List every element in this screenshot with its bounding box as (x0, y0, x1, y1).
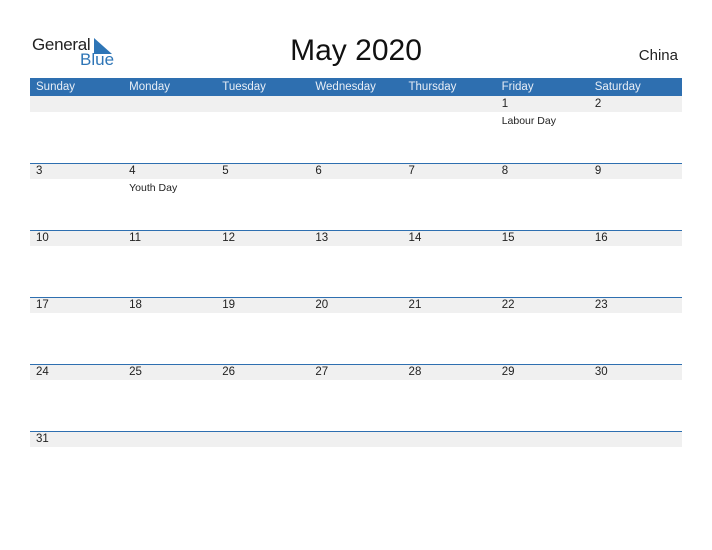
week-row: 1 Labour Day 2 (30, 96, 682, 163)
day-cell (30, 96, 123, 163)
day-number: 8 (501, 165, 509, 177)
week-row: 24 25 26 27 28 29 30 (30, 364, 682, 431)
weekday-sunday: Sunday (36, 81, 76, 93)
day-number: 9 (594, 165, 602, 177)
day-number: 17 (36, 299, 49, 311)
day-number: 10 (36, 232, 49, 244)
day-cell[interactable]: 4 Youth Day (123, 163, 216, 230)
day-number: 18 (129, 299, 142, 311)
day-number: 20 (315, 299, 329, 311)
day-number: 31 (36, 433, 49, 445)
weekday-thursday: Thursday (408, 81, 457, 93)
day-cell[interactable]: 31 (30, 431, 123, 498)
day-cell (123, 96, 216, 163)
day-cell (496, 431, 589, 498)
day-cell (216, 431, 309, 498)
week-row: 17 18 19 20 21 22 23 (30, 297, 682, 364)
day-cell (216, 96, 309, 163)
day-number: 26 (222, 366, 236, 378)
day-cell[interactable]: 21 (403, 297, 496, 364)
day-cell[interactable]: 27 (309, 364, 402, 431)
day-number: 12 (222, 232, 236, 244)
day-cell (123, 431, 216, 498)
day-number: 28 (408, 366, 422, 378)
day-number: 25 (129, 366, 142, 378)
day-cell[interactable]: 17 (30, 297, 123, 364)
day-cell[interactable]: 11 (123, 230, 216, 297)
day-cell (403, 431, 496, 498)
day-cell[interactable]: 26 (216, 364, 309, 431)
day-cell[interactable]: 23 (589, 297, 682, 364)
day-number: 23 (594, 299, 608, 311)
day-number: 7 (408, 165, 415, 177)
day-number: 29 (501, 366, 515, 378)
weekday-tuesday: Tuesday (222, 81, 266, 93)
day-cell (403, 96, 496, 163)
day-cell[interactable]: 25 (123, 364, 216, 431)
day-cell[interactable]: 7 (403, 163, 496, 230)
day-cell[interactable]: 28 (403, 364, 496, 431)
day-number: 22 (501, 299, 515, 311)
day-number: 24 (36, 366, 49, 378)
day-number: 27 (315, 366, 329, 378)
day-cell[interactable]: 19 (216, 297, 309, 364)
day-number: 30 (594, 366, 608, 378)
day-number: 15 (501, 232, 515, 244)
day-number: 11 (129, 232, 142, 244)
day-number: 19 (222, 299, 236, 311)
day-number: 4 (129, 165, 136, 177)
day-cell[interactable]: 5 (216, 163, 309, 230)
day-number: 14 (408, 232, 422, 244)
day-number: 21 (408, 299, 422, 311)
day-number: 2 (594, 98, 602, 110)
weekday-header: Sunday Monday Tuesday Wednesday Thursday… (30, 78, 682, 96)
country-label: China (638, 47, 678, 64)
day-cell (309, 431, 402, 498)
day-cell[interactable]: 1 Labour Day (496, 96, 589, 163)
day-number: 3 (36, 165, 43, 177)
day-cell[interactable]: 6 (309, 163, 402, 230)
day-number: 13 (315, 232, 329, 244)
day-cell[interactable]: 3 (30, 163, 123, 230)
day-cell[interactable]: 20 (309, 297, 402, 364)
day-cell[interactable]: 8 (496, 163, 589, 230)
day-cell[interactable]: 9 (589, 163, 682, 230)
week-row: 3 4 Youth Day 5 6 7 8 9 (30, 163, 682, 230)
calendar-title: May 2020 (290, 34, 422, 67)
day-cell[interactable]: 14 (403, 230, 496, 297)
day-cell (589, 431, 682, 498)
day-cell[interactable]: 29 (496, 364, 589, 431)
day-number: 16 (594, 232, 608, 244)
day-cell[interactable]: 2 (589, 96, 682, 163)
weekday-saturday: Saturday (594, 81, 641, 93)
day-cell[interactable]: 10 (30, 230, 123, 297)
day-cell[interactable]: 24 (30, 364, 123, 431)
week-row: 10 11 12 13 14 15 16 (30, 230, 682, 297)
day-cell[interactable]: 30 (589, 364, 682, 431)
weekday-friday: Friday (501, 81, 534, 93)
week-row: 31 (30, 431, 682, 498)
day-cell[interactable]: 22 (496, 297, 589, 364)
day-cell[interactable]: 13 (309, 230, 402, 297)
day-cell[interactable]: 15 (496, 230, 589, 297)
holiday-label: Labour Day (501, 115, 556, 127)
weekday-monday: Monday (129, 81, 171, 93)
day-cell[interactable]: 12 (216, 230, 309, 297)
day-cell[interactable]: 18 (123, 297, 216, 364)
day-cell[interactable]: 16 (589, 230, 682, 297)
holiday-label: Youth Day (129, 182, 178, 194)
day-number: 1 (501, 98, 509, 110)
weekday-wednesday: Wednesday (315, 81, 376, 93)
day-number: 5 (222, 165, 229, 177)
day-number: 6 (315, 165, 322, 177)
day-cell (309, 96, 402, 163)
